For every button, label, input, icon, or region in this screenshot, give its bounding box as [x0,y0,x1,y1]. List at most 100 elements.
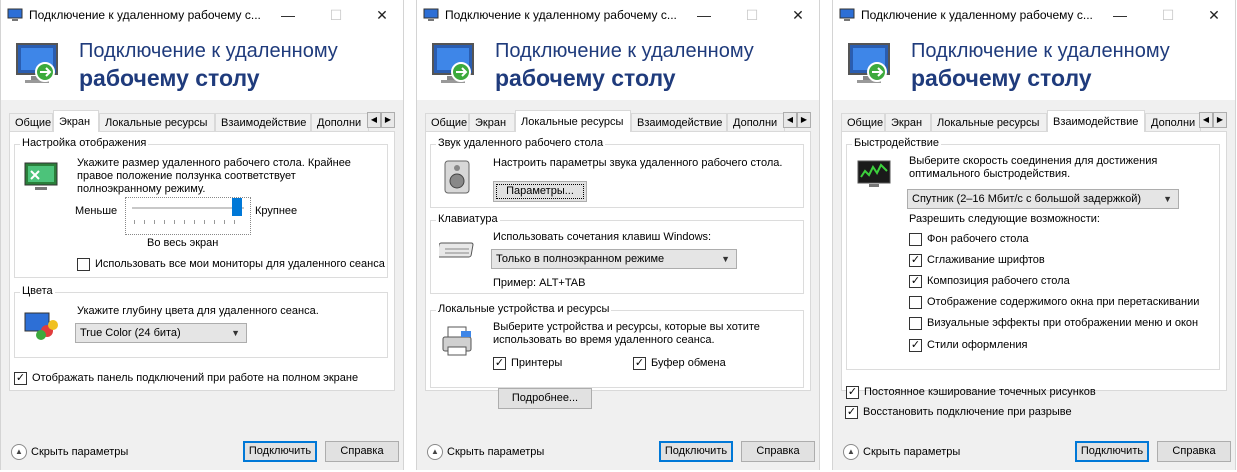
tab-scroll-left-icon[interactable]: ◀ [783,112,797,128]
header-line-1: Подключение к удаленному [911,40,1170,62]
reconnect-label: Восстановить подключение при разрыве [863,406,1072,418]
color-depth-select[interactable]: True Color (24 бита) ▼ [75,323,247,343]
title-bar[interactable]: Подключение к удаленному рабочему с... —… [1,0,403,30]
tab-scroll-right-icon[interactable]: ▶ [1213,112,1227,128]
header-line-1: Подключение к удаленному [79,40,338,62]
tab-local-resources[interactable]: Локальные ресурсы [515,110,631,132]
printers-checkbox[interactable]: ✓ [493,357,506,370]
keyboard-mode-select[interactable]: Только в полноэкранном режиме ▼ [491,249,737,269]
option-label: Визуальные эффекты при отображении меню … [927,317,1199,329]
tab-scroll-left-icon[interactable]: ◀ [367,112,381,128]
connect-button[interactable]: Подключить [243,441,317,462]
window-title: Подключение к удаленному рабочему с... [861,8,1093,22]
close-button[interactable]: ✕ [1191,0,1237,30]
desktop-background-checkbox[interactable] [909,233,922,246]
title-bar[interactable]: Подключение к удаленному рабочему с... —… [417,0,819,30]
keyboard-mode-value: Только в полноэкранном режиме [496,253,665,265]
minimize-button[interactable]: — [265,0,311,30]
option-label: Стили оформления [927,339,1028,351]
tab-advanced[interactable]: Дополни [727,113,785,131]
clipboard-label: Буфер обмена [651,357,726,369]
close-button[interactable]: ✕ [775,0,821,30]
tab-scroll-right-icon[interactable]: ▶ [797,112,811,128]
resolution-slider[interactable] [125,197,251,235]
tab-local-resources[interactable]: Локальные ресурсы [931,113,1047,131]
slider-min-label: Меньше [75,205,118,217]
help-button[interactable]: Справка [741,441,815,462]
title-bar[interactable]: Подключение к удаленному рабочему с... —… [833,0,1235,30]
tab-experience[interactable]: Взаимодействие [1047,110,1145,132]
maximize-button: ☐ [329,7,343,23]
tab-panel-local-resources: Звук удаленного рабочего стола Настроить… [425,131,811,409]
tab-advanced[interactable]: Дополни [1145,113,1201,131]
keyboard-icon [439,242,474,258]
connect-button[interactable]: Подключить [1075,441,1149,462]
printers-label: Принтеры [511,357,563,369]
tab-scroll-right-icon[interactable]: ▶ [381,112,395,128]
chevron-up-icon[interactable]: ▲ [11,444,27,460]
header-banner: Подключение к удаленному рабочему столу [417,30,819,100]
slider-value-label: Во весь экран [147,237,219,249]
chevron-down-icon: ▼ [1163,194,1172,204]
close-button[interactable]: ✕ [359,0,405,30]
connection-speed-select[interactable]: Спутник (2–16 Мбит/с с большой задержкой… [907,189,1179,209]
maximize-button: ☐ [745,7,759,23]
more-devices-button[interactable]: Подробнее... [498,388,592,409]
bitmap-cache-label: Постоянное кэширование точечных рисунков [864,386,1096,398]
tab-display[interactable]: Экран [469,113,515,131]
bitmap-cache-checkbox[interactable]: ✓ [846,386,859,399]
tab-display[interactable]: Экран [53,110,99,132]
hide-options-link[interactable]: Скрыть параметры [31,446,128,459]
sound-settings-button[interactable]: Параметры... [493,181,587,202]
slider-thumb[interactable] [232,198,242,216]
visual-styles-checkbox[interactable]: ✓ [909,339,922,352]
tab-local-resources[interactable]: Локальные ресурсы [99,113,215,131]
header-line-2: рабочему столу [911,65,1092,91]
tab-general[interactable]: Общие [841,113,885,131]
rdp-app-icon [839,8,855,21]
devices-group: Локальные устройства и ресурсы Выберите … [430,303,804,388]
sound-description: Настроить параметры звука удаленного раб… [493,157,783,169]
tab-general[interactable]: Общие [425,113,469,131]
keyboard-group: Клавиатура Использовать сочетания клавиш… [430,213,804,294]
tab-advanced[interactable]: Дополни [311,113,369,131]
all-monitors-checkbox[interactable] [77,258,90,271]
tab-scroll-left-icon[interactable]: ◀ [1199,112,1213,128]
colors-icon [24,312,58,340]
rdp-window-experience: Подключение к удаленному рабочему с... —… [832,0,1236,470]
rdp-logo-icon [848,43,890,83]
tab-strip: Общие Экран Локальные ресурсы Взаимодейс… [425,110,811,132]
minimize-button[interactable]: — [681,0,727,30]
reconnect-checkbox[interactable]: ✓ [845,406,858,419]
group-title: Локальные устройства и ресурсы [436,303,612,315]
help-button[interactable]: Справка [1157,441,1231,462]
font-smoothing-checkbox[interactable]: ✓ [909,254,922,267]
desktop-composition-checkbox[interactable]: ✓ [909,275,922,288]
tab-experience[interactable]: Взаимодействие [215,113,311,131]
connect-button[interactable]: Подключить [659,441,733,462]
printer-icon [442,326,472,356]
minimize-button[interactable]: — [1097,0,1143,30]
tab-display[interactable]: Экран [885,113,931,131]
header-line-2: рабочему столу [79,65,260,91]
header-line-2: рабочему столу [495,65,676,91]
help-button[interactable]: Справка [325,441,399,462]
show-bar-checkbox[interactable]: ✓ [14,372,27,385]
colors-description: Укажите глубину цвета для удаленного сеа… [77,305,319,317]
menu-animation-checkbox[interactable] [909,317,922,330]
rdp-window-local-resources: Подключение к удаленному рабочему с... —… [416,0,820,470]
tab-strip: Общие Экран Локальные ресурсы Взаимодейс… [9,110,395,132]
slider-max-label: Крупнее [255,205,298,217]
keyboard-example: Пример: ALT+TAB [493,277,586,289]
tab-strip: Общие Экран Локальные ресурсы Взаимодейс… [841,110,1227,132]
chevron-up-icon[interactable]: ▲ [843,444,859,460]
window-title: Подключение к удаленному рабочему с... [445,8,677,22]
maximize-button: ☐ [1161,7,1175,23]
tab-experience[interactable]: Взаимодействие [631,113,727,131]
hide-options-link[interactable]: Скрыть параметры [863,446,960,459]
tab-general[interactable]: Общие [9,113,53,131]
hide-options-link[interactable]: Скрыть параметры [447,446,544,459]
chevron-up-icon[interactable]: ▲ [427,444,443,460]
clipboard-checkbox[interactable]: ✓ [633,357,646,370]
show-window-contents-checkbox[interactable] [909,296,922,309]
